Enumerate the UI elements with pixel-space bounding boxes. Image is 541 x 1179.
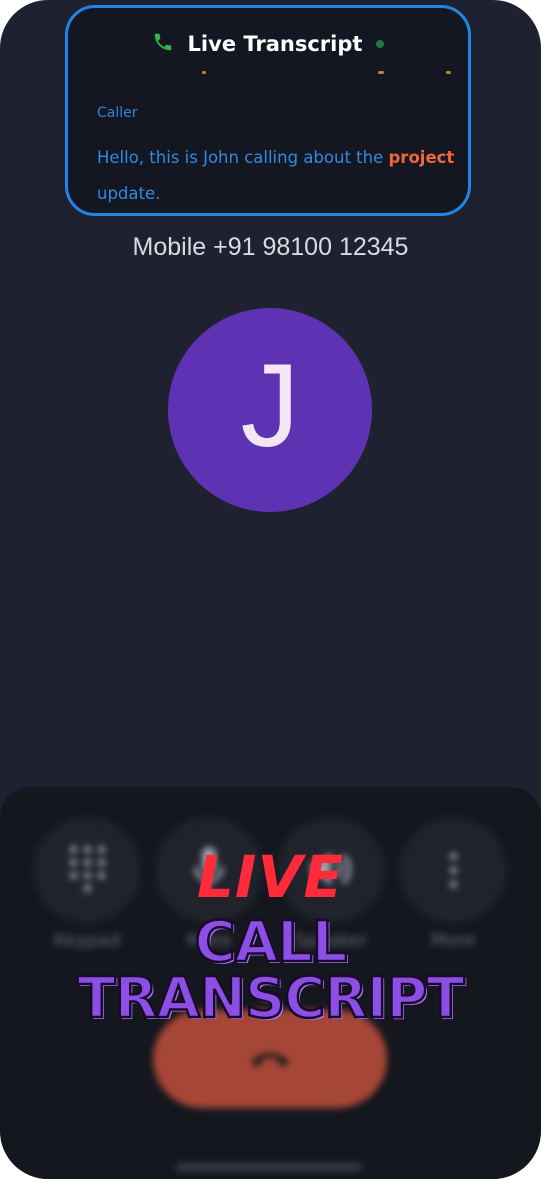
transcript-highlight-word: project	[388, 148, 455, 167]
phone-screen: Live Transcript Caller Hello, this is Jo…	[0, 0, 541, 1179]
promo-live-text: LIVE	[196, 843, 345, 911]
caller-number: Mobile +91 98100 12345	[132, 233, 409, 261]
transcript-text-end: update.	[97, 184, 161, 203]
live-transcript-card[interactable]: Live Transcript Caller Hello, this is Jo…	[65, 5, 471, 216]
faded-previous-line	[192, 71, 452, 77]
phone-icon	[155, 33, 172, 51]
home-indicator[interactable]	[176, 1163, 362, 1171]
promo-transcript-text: TRANSCRIPT	[76, 965, 466, 1033]
transcript-title: Live Transcript	[187, 32, 363, 56]
transcript-speaker-label: Caller	[97, 105, 138, 121]
live-indicator-dot	[375, 40, 384, 48]
transcript-text: Hello, this is John calling about the pr…	[97, 140, 457, 212]
end-call-icon	[251, 1053, 289, 1067]
caller-avatar: J	[168, 308, 372, 512]
transcript-header: Live Transcript	[68, 32, 468, 64]
transcript-text-start: Hello, this is John calling about the	[97, 148, 389, 167]
avatar-letter: J	[240, 340, 300, 472]
